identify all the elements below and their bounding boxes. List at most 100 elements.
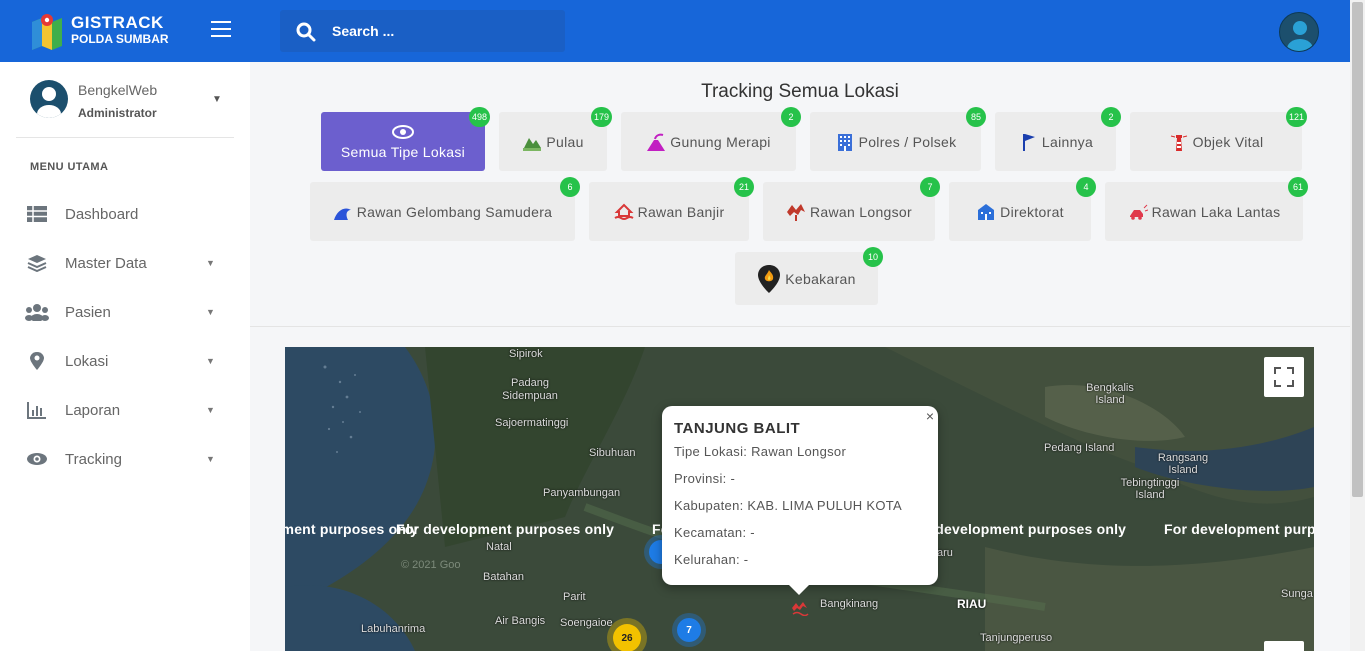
map-label: Bengkalis Island: [1086, 382, 1134, 406]
sidebar-item-label: Master Data: [65, 254, 147, 272]
filter-label: Direktorat: [1000, 203, 1064, 220]
fullscreen-button[interactable]: [1264, 357, 1304, 397]
scrollbar-thumb[interactable]: [1352, 2, 1363, 497]
count-badge: 498: [468, 107, 490, 127]
filter-label: Polres / Polsek: [858, 133, 957, 150]
search-box[interactable]: [280, 10, 565, 52]
sidebar-item-dashboard[interactable]: Dashboard: [0, 194, 250, 234]
filter-rawan-gelombang-samudera[interactable]: Rawan Gelombang Samudera 6: [310, 177, 580, 241]
map-label: Rangsang Island: [1157, 452, 1209, 476]
divider: [250, 326, 1350, 327]
filter-label: Rawan Gelombang Samudera: [356, 203, 553, 220]
brand-title: GISTRACK: [71, 13, 164, 32]
divider: [16, 137, 234, 138]
filter-label: Lainnya: [1041, 133, 1094, 150]
sidebar-item-label: Pasien: [65, 303, 111, 321]
map-label: RIAU: [957, 597, 987, 611]
top-navbar: [250, 0, 1350, 62]
hamburger-menu-icon[interactable]: [211, 21, 231, 37]
zoom-control-button[interactable]: [1264, 641, 1304, 651]
map-label: Bangkinang: [820, 598, 879, 610]
filter-lainnya[interactable]: Lainnya 2: [995, 107, 1121, 171]
popup-kelurahan: Kelurahan: -: [674, 552, 749, 567]
sidebar-item-tracking[interactable]: Tracking ▼: [0, 439, 250, 479]
location-popup: × TANJUNG BALIT Tipe Lokasi: Rawan Longs…: [662, 406, 938, 595]
caret-down-icon[interactable]: ▼: [212, 94, 222, 105]
map-label: Natal: [486, 541, 512, 553]
table-icon: [27, 206, 47, 222]
marker-cluster[interactable]: 7: [677, 618, 701, 642]
landslide-icon: [787, 203, 806, 221]
filter-pulau[interactable]: Pulau 179: [499, 107, 612, 171]
user-role: Administrator: [78, 106, 157, 120]
count-badge: 6: [560, 177, 580, 197]
filter-objek-vital[interactable]: Objek Vital 121: [1130, 107, 1307, 171]
building-icon: [837, 133, 852, 151]
popup-tipe: Tipe Lokasi: Rawan Longsor: [674, 444, 847, 459]
sidebar-item-master-data[interactable]: Master Data ▼: [0, 243, 250, 283]
page-scrollbar[interactable]: [1350, 0, 1365, 651]
wave-icon: [333, 207, 351, 220]
filter-direktorat[interactable]: Direktorat 4: [949, 177, 1096, 241]
popup-kabupaten: Kabupaten: KAB. LIMA PULUH KOTA: [674, 498, 902, 513]
landslide-marker-icon[interactable]: [790, 600, 810, 616]
count-badge: 179: [590, 107, 612, 127]
fire-marker-icon: [758, 264, 781, 293]
filter-label: Semua Tipe Lokasi: [340, 143, 466, 160]
filter-semua-tipe-lokasi[interactable]: Semua Tipe Lokasi 498: [321, 107, 490, 171]
map-label: Soengaioe: [560, 617, 613, 629]
sidebar-item-lokasi[interactable]: Lokasi ▼: [0, 341, 250, 381]
lighthouse-icon: [1170, 134, 1187, 151]
filter-rawan-banjir[interactable]: Rawan Banjir 21: [589, 177, 754, 241]
dev-watermark: For development purposes only: [396, 521, 615, 537]
user-panel[interactable]: BengkelWeb Administrator ▼: [30, 78, 240, 138]
user-avatar-icon[interactable]: [1279, 12, 1319, 52]
map-label: Pedang Island: [1044, 442, 1115, 454]
filter-rawan-laka-lantas[interactable]: Rawan Laka Lantas 61: [1105, 177, 1308, 241]
eye-icon: [392, 124, 414, 139]
map-label: Tanjungperuso: [980, 632, 1053, 644]
flood-icon: [614, 203, 634, 220]
filter-label: Gunung Merapi: [670, 133, 771, 150]
office-icon: [978, 203, 995, 220]
search-icon: [296, 22, 316, 42]
sidebar-item-label: Dashboard: [65, 205, 139, 223]
count-badge: 21: [734, 177, 754, 197]
map-label: Sibuhuan: [589, 447, 636, 459]
sidebar-item-laporan[interactable]: Laporan ▼: [0, 390, 250, 430]
user-name: BengkelWeb: [78, 82, 158, 98]
map-label: Batahan: [483, 571, 524, 583]
search-input[interactable]: [332, 21, 552, 41]
menu-title: MENU UTAMA: [30, 161, 109, 173]
count-badge: 121: [1285, 107, 1307, 127]
marker-cluster[interactable]: 26: [613, 624, 641, 651]
filter-rawan-longsor[interactable]: Rawan Longsor 7: [763, 177, 940, 241]
caret-down-icon: ▼: [206, 405, 215, 415]
filter-kebakaran[interactable]: Kebakaran 10: [735, 247, 883, 305]
close-icon[interactable]: ×: [926, 408, 934, 424]
count-badge: 85: [966, 107, 986, 127]
map-label: Sajoermatinggi: [495, 417, 569, 429]
count-badge: 4: [1076, 177, 1096, 197]
filter-label: Pulau: [546, 133, 584, 150]
map-copyright: © 2021 Goo: [401, 559, 461, 571]
popup-title: TANJUNG BALIT: [674, 420, 801, 437]
count-badge: 7: [920, 177, 940, 197]
sidebar: BengkelWeb Administrator ▼ MENU UTAMA Da…: [0, 62, 250, 651]
cluster-count: 7: [686, 624, 692, 636]
count-badge: 2: [1101, 107, 1121, 127]
island-icon: [523, 137, 542, 151]
map-label: Parit: [563, 591, 586, 603]
sidebar-item-label: Laporan: [65, 401, 121, 419]
fullscreen-icon: [1274, 367, 1294, 387]
caret-down-icon: ▼: [206, 454, 215, 464]
map-view[interactable]: Sipirok Padang Sidempuan Sajoermatinggi …: [285, 347, 1314, 651]
map-label: aru: [937, 547, 953, 559]
sidebar-item-pasien[interactable]: Pasien ▼: [0, 292, 250, 332]
filter-label: Objek Vital: [1192, 133, 1264, 150]
filter-polres-polsek[interactable]: Polres / Polsek 85: [810, 107, 986, 171]
filter-gunung-merapi[interactable]: Gunung Merapi 2: [621, 107, 801, 171]
caret-down-icon: ▼: [206, 258, 215, 268]
filter-label: Kebakaran: [785, 270, 856, 287]
volcano-icon: [647, 133, 666, 151]
